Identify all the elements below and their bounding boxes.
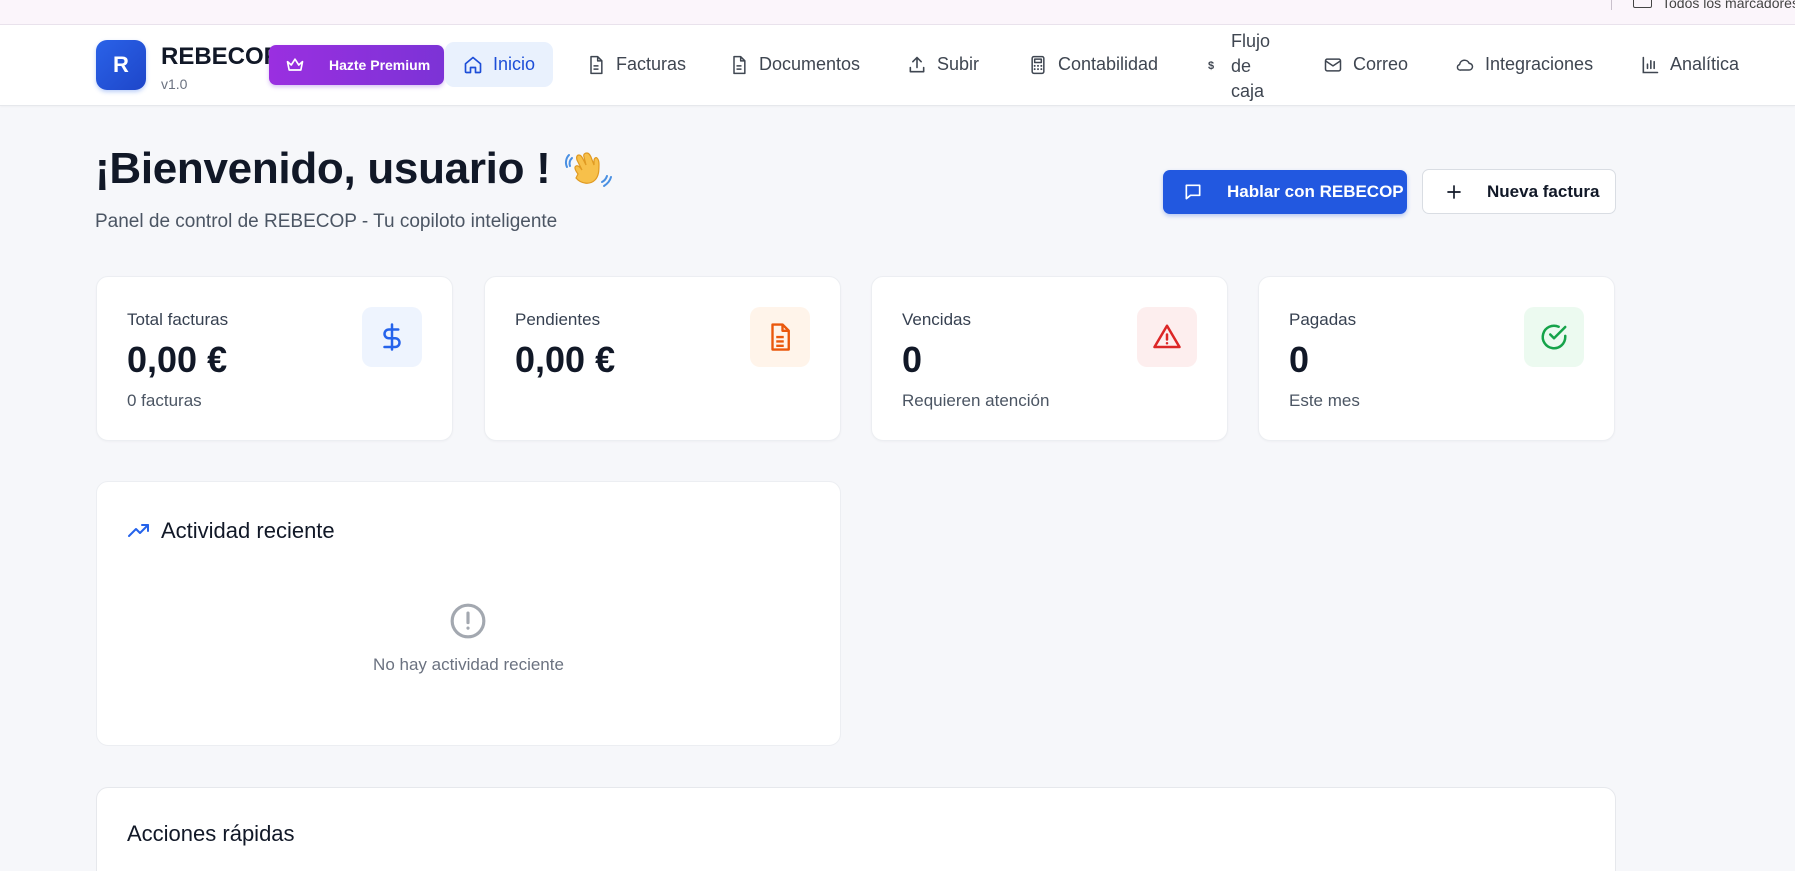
- bookmarks-separator: [1611, 0, 1612, 10]
- document-icon: [733, 55, 746, 74]
- nav-item-flujo-de-caja[interactable]: $ Flujo de caja: [1201, 29, 1276, 103]
- stat-card-total-facturas: Total facturas 0,00 € 0 facturas: [96, 276, 453, 441]
- premium-button[interactable]: Hazte Premium: [269, 45, 444, 85]
- stat-card-pagadas: Pagadas 0 Este mes: [1258, 276, 1615, 441]
- stat-card-pendientes: Pendientes 0,00 €: [484, 276, 841, 441]
- stat-label: Pagadas: [1289, 310, 1357, 329]
- new-invoice-label: Nueva factura: [1487, 181, 1600, 201]
- top-navigation: R REBECOP v1.0 Hazte Premium Inicio Fact…: [0, 25, 1795, 106]
- nav-item-facturas[interactable]: Facturas: [586, 42, 686, 87]
- calculator-icon: [1031, 55, 1045, 74]
- quick-actions-card: Acciones rápidas: [96, 787, 1616, 871]
- stat-value: 0,00 €: [515, 339, 616, 380]
- premium-button-label: Hazte Premium: [329, 57, 431, 73]
- stat-value: 0,00 €: [127, 339, 228, 380]
- stat-label: Total facturas: [127, 310, 229, 329]
- chat-with-rebecop-button[interactable]: Hablar con REBECOP: [1163, 170, 1407, 214]
- nav-item-inicio[interactable]: Inicio: [445, 42, 554, 87]
- nav-item-label: Correo: [1353, 54, 1409, 74]
- quick-actions-title: Acciones rápidas: [127, 821, 295, 846]
- bar-chart-icon: [1642, 56, 1659, 73]
- brand-name: REBECOP: [161, 43, 280, 70]
- stat-icon-box: [750, 307, 810, 367]
- check-circle-icon: [1541, 324, 1567, 350]
- document-icon: [590, 55, 603, 74]
- home-icon: [464, 56, 482, 73]
- stat-value: 0: [1289, 339, 1310, 380]
- bookmarks-folder-icon[interactable]: [1633, 0, 1652, 8]
- page-subtitle: Panel de control de REBECOP - Tu copilot…: [95, 211, 558, 232]
- stat-label: Vencidas: [902, 310, 971, 329]
- stat-card-vencidas: Vencidas 0 Requieren atención: [871, 276, 1228, 441]
- nav-item-label: Subir: [937, 54, 980, 74]
- nav-item-label: Flujo de caja: [1231, 30, 1271, 101]
- nav-item-label: Inicio: [493, 54, 536, 74]
- nav-item-label: Documentos: [759, 54, 861, 74]
- stat-subtext: 0 facturas: [127, 391, 202, 410]
- stat-subtext: Requieren atención: [902, 391, 1050, 410]
- waving-hand-icon: [564, 144, 614, 194]
- empty-activity-text: No hay actividad reciente: [373, 655, 564, 674]
- stat-icon-box: [1137, 307, 1197, 367]
- stat-label: Pendientes: [515, 310, 601, 329]
- nav-item-label: Integraciones: [1485, 54, 1594, 74]
- trending-up-icon: [128, 524, 149, 537]
- recent-activity-header: Actividad reciente: [127, 518, 335, 544]
- plus-icon: [1447, 184, 1461, 199]
- cloud-icon: [1456, 59, 1474, 71]
- stat-icon-box: [1524, 307, 1584, 367]
- all-bookmarks-link[interactable]: Todos los marcadores: [1662, 0, 1795, 11]
- alert-circle-icon: [450, 603, 486, 639]
- document-icon: [771, 323, 790, 351]
- page-title: ¡Bienvenido, usuario !: [95, 144, 614, 194]
- upload-icon: [909, 56, 925, 72]
- recent-activity-title: Actividad reciente: [161, 518, 335, 543]
- app-logo[interactable]: R: [96, 40, 146, 90]
- nav-item-analitica[interactable]: Analítica: [1640, 42, 1739, 87]
- crown-icon: [286, 58, 304, 71]
- recent-activity-card: Actividad reciente No hay actividad reci…: [96, 481, 841, 746]
- nav-item-contabilidad[interactable]: Contabilidad: [1028, 42, 1158, 87]
- stat-subtext: Este mes: [1289, 391, 1360, 410]
- stat-value: 0: [902, 339, 923, 380]
- nav-item-label: Facturas: [616, 54, 687, 74]
- dollar-icon: $: [1207, 60, 1215, 72]
- stat-icon-box: [362, 307, 422, 367]
- nav-item-subir[interactable]: Subir: [907, 42, 979, 87]
- new-invoice-button[interactable]: Nueva factura: [1422, 169, 1616, 214]
- message-icon: [1185, 184, 1201, 200]
- dollar-icon: [383, 323, 401, 351]
- alert-triangle-icon: [1153, 324, 1181, 349]
- app-version: v1.0: [161, 76, 188, 92]
- welcome-text: ¡Bienvenido, usuario !: [95, 144, 551, 193]
- nav-item-correo[interactable]: Correo: [1323, 42, 1408, 87]
- nav-item-label: Contabilidad: [1058, 54, 1159, 74]
- nav-item-integraciones[interactable]: Integraciones: [1455, 42, 1593, 87]
- bookmarks-bar: Todos los marcadores: [0, 0, 1795, 25]
- mail-icon: [1324, 57, 1342, 72]
- nav-item-documentos[interactable]: Documentos: [729, 42, 860, 87]
- nav-item-label: Analítica: [1670, 54, 1740, 74]
- chat-button-label: Hablar con REBECOP: [1227, 182, 1404, 201]
